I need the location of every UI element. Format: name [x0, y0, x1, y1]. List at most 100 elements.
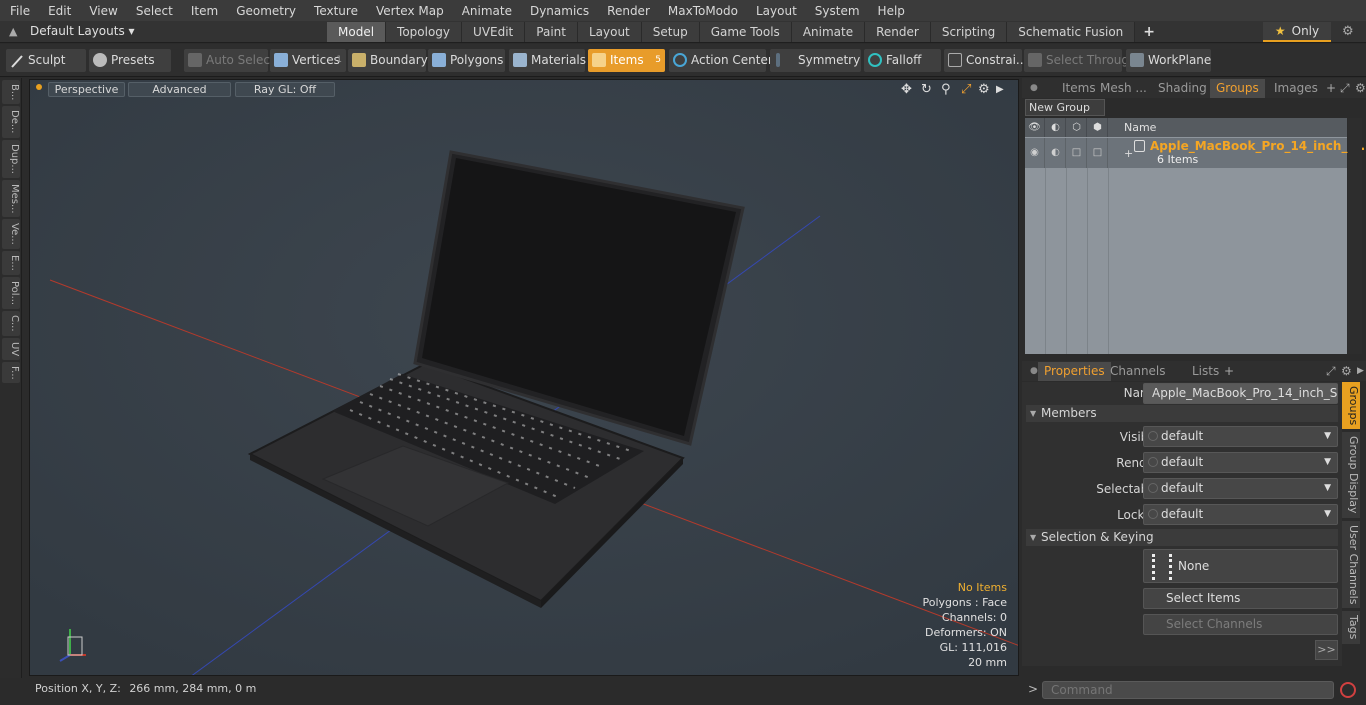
- menu-vertex-map[interactable]: Vertex Map: [367, 4, 453, 18]
- action-center-button[interactable]: Action Center: [669, 49, 773, 72]
- symmetry-button[interactable]: Symmetry: [770, 49, 861, 72]
- left-tab-mesh-edit[interactable]: Mes...: [2, 179, 20, 218]
- new-group-button[interactable]: New Group: [1025, 99, 1105, 116]
- tab-properties[interactable]: Properties: [1038, 362, 1111, 381]
- tab-images[interactable]: Images: [1268, 79, 1324, 98]
- tab-scripting[interactable]: Scripting: [930, 22, 1008, 42]
- menu-texture[interactable]: Texture: [305, 4, 367, 18]
- add-tab-icon[interactable]: +: [1135, 22, 1163, 42]
- materials-button[interactable]: Materials: [509, 49, 586, 72]
- menu-help[interactable]: Help: [869, 4, 914, 18]
- row-select-checkbox[interactable]: □: [1088, 138, 1108, 168]
- tab-animate[interactable]: Animate: [791, 22, 866, 42]
- group-list-scrollbar[interactable]: [1348, 118, 1362, 354]
- panel-gear-icon[interactable]: ⚙: [1349, 79, 1366, 98]
- menu-select[interactable]: Select: [127, 4, 182, 18]
- select-through-button[interactable]: Select Through: [1024, 49, 1137, 72]
- menu-geometry[interactable]: Geometry: [227, 4, 305, 18]
- tab-game-tools[interactable]: Game Tools: [699, 22, 792, 42]
- menu-edit[interactable]: Edit: [39, 4, 80, 18]
- vtab-group-display[interactable]: Group Display: [1342, 432, 1360, 518]
- add-props-tab-icon[interactable]: +: [1218, 362, 1240, 381]
- group-row[interactable]: ◉ ◐ □ □ + Apple_MacBook_Pro_14_inch_S...…: [1025, 138, 1366, 168]
- menu-dynamics[interactable]: Dynamics: [521, 4, 598, 18]
- left-tab-edge[interactable]: E...: [2, 251, 20, 275]
- falloff-button[interactable]: Falloff: [864, 49, 941, 72]
- vtab-groups[interactable]: Groups: [1342, 382, 1360, 430]
- left-tab-uv[interactable]: UV: [2, 337, 20, 360]
- viewport-expand-arrow-icon[interactable]: ▶: [996, 84, 1004, 95]
- tab-paint[interactable]: Paint: [525, 22, 578, 42]
- tab-shading[interactable]: Shading: [1152, 79, 1213, 98]
- layout-selector[interactable]: Default Layouts ▾: [30, 24, 135, 38]
- name-field[interactable]: Apple_MacBook_Pro_14_inch_Space_: [1143, 383, 1338, 404]
- viewport-options-dot-icon[interactable]: [36, 84, 42, 90]
- 3d-viewport[interactable]: Perspective Advanced Ray GL: Off ✥ ↻ ⚲ ⤢…: [29, 79, 1019, 676]
- selection-keying-section[interactable]: ▼ Selection & Keying: [1026, 529, 1338, 546]
- select-items-button[interactable]: Select Items: [1143, 588, 1338, 609]
- raygl-toggle[interactable]: Ray GL: Off: [235, 82, 335, 97]
- tab-groups[interactable]: Groups: [1210, 79, 1265, 98]
- tab-topology[interactable]: Topology: [386, 22, 463, 42]
- more-button[interactable]: >>: [1315, 640, 1338, 660]
- tab-channels[interactable]: Channels: [1104, 362, 1172, 381]
- visible-select[interactable]: default ▼: [1143, 426, 1338, 447]
- left-tab-vertex[interactable]: Ve...: [2, 219, 20, 250]
- expand-plus-icon[interactable]: +: [1124, 147, 1133, 160]
- select-channels-button[interactable]: Select Channels: [1143, 614, 1338, 635]
- gear-icon[interactable]: ⚙: [1342, 24, 1354, 39]
- lock-column-icon[interactable]: ⬡: [1067, 118, 1087, 137]
- left-tab-curve[interactable]: C...: [2, 310, 20, 336]
- tab-model[interactable]: Model: [327, 22, 387, 42]
- props-arrow-icon[interactable]: ▶: [1351, 362, 1366, 381]
- keying-none-button[interactable]: None: [1143, 549, 1338, 583]
- group-name[interactable]: Apple_MacBook_Pro_14_inch_S...: [1150, 139, 1366, 153]
- name-column-header[interactable]: Name: [1124, 121, 1156, 134]
- tab-uvedit[interactable]: UVEdit: [462, 22, 526, 42]
- tab-mesh[interactable]: Mesh ...: [1094, 79, 1153, 98]
- left-tab-fusion[interactable]: F...: [2, 361, 20, 384]
- boundary-button[interactable]: Boundary: [348, 49, 428, 72]
- viewport-gear-icon[interactable]: ⚙: [978, 82, 990, 97]
- polygons-button[interactable]: Polygons: [428, 49, 505, 72]
- zoom-view-icon[interactable]: ⚲: [941, 82, 951, 97]
- menu-file[interactable]: File: [0, 4, 39, 18]
- row-render-icon[interactable]: ◐: [1046, 138, 1066, 168]
- collapse-arrow-icon[interactable]: ▲: [9, 25, 17, 38]
- tab-setup[interactable]: Setup: [641, 22, 700, 42]
- rotate-view-icon[interactable]: ↻: [921, 82, 932, 97]
- sculpt-button[interactable]: Sculpt: [6, 49, 86, 72]
- panel-dot-icon[interactable]: ●: [1024, 79, 1044, 98]
- left-tab-duplicate[interactable]: Dup...: [2, 139, 20, 178]
- vtab-user-channels[interactable]: User Channels: [1342, 520, 1360, 609]
- menu-render[interactable]: Render: [598, 4, 659, 18]
- menu-view[interactable]: View: [80, 4, 126, 18]
- row-lock-checkbox[interactable]: □: [1067, 138, 1087, 168]
- menu-animate[interactable]: Animate: [453, 4, 521, 18]
- presets-button[interactable]: Presets: [89, 49, 171, 72]
- auto-select-button[interactable]: Auto Select: [184, 49, 275, 72]
- tab-render[interactable]: Render: [865, 22, 931, 42]
- maximize-view-icon[interactable]: ⤢: [961, 82, 971, 97]
- command-input[interactable]: [1042, 681, 1334, 699]
- render-select[interactable]: default ▼: [1143, 452, 1338, 473]
- selectable-select[interactable]: default ▼: [1143, 478, 1338, 499]
- vtab-tags[interactable]: Tags: [1342, 611, 1360, 644]
- menu-system[interactable]: System: [806, 4, 869, 18]
- view-mode-button[interactable]: Perspective: [48, 82, 125, 97]
- visibility-eye-icon[interactable]: 👁: [1025, 118, 1045, 137]
- shading-mode-button[interactable]: Advanced: [128, 82, 231, 97]
- record-icon[interactable]: [1340, 682, 1356, 698]
- tab-layout[interactable]: Layout: [577, 22, 642, 42]
- left-tab-basic[interactable]: B...: [2, 80, 20, 105]
- vertices-button[interactable]: Vertices 1: [270, 49, 346, 72]
- menu-item[interactable]: Item: [182, 4, 227, 18]
- members-section[interactable]: ▼ Members: [1026, 405, 1338, 422]
- menu-maxtomodo[interactable]: MaxToModo: [659, 4, 747, 18]
- select-column-icon[interactable]: ⬢: [1088, 118, 1108, 137]
- row-eye-icon[interactable]: ◉: [1025, 138, 1045, 168]
- tab-schematic-fusion[interactable]: Schematic Fusion: [1007, 22, 1136, 42]
- workplane-button[interactable]: WorkPlane: [1126, 49, 1211, 72]
- only-button[interactable]: ★ Only: [1263, 22, 1331, 42]
- left-tab-deform[interactable]: De...: [2, 106, 20, 138]
